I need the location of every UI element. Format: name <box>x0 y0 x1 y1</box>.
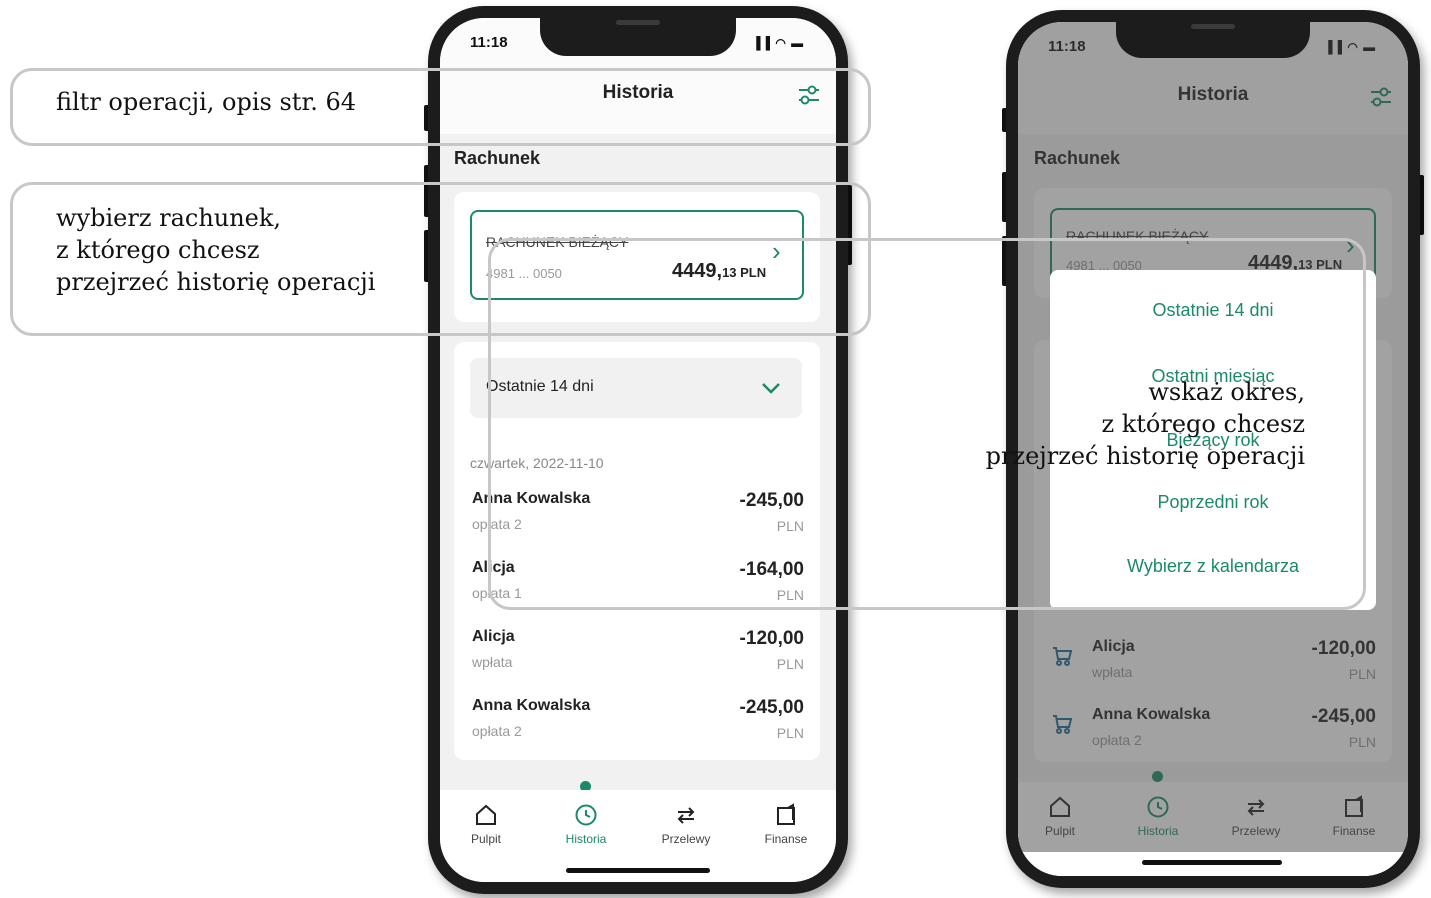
transaction-amount: -120,00 <box>739 628 804 649</box>
transaction-amount: -245,00 <box>739 697 804 718</box>
section-label-account: Rachunek <box>454 148 541 168</box>
home-indicator <box>566 868 710 873</box>
transaction-name: Anna Kowalska <box>472 697 591 714</box>
callout-line: wybierz rachunek, <box>56 204 282 232</box>
transaction-name: Alicja <box>472 628 515 645</box>
tab-label: Przelewy <box>661 832 711 846</box>
transaction-currency: PLN <box>776 725 804 741</box>
history-icon <box>575 804 597 826</box>
transaction-subtitle: opłata 2 <box>472 723 522 739</box>
transaction-subtitle: wpłata <box>472 654 513 670</box>
status-time: 11:18 <box>470 34 508 51</box>
transaction-row[interactable]: Anna Kowalska opłata 2 -245,00 PLN <box>454 697 820 757</box>
callout-line: przejrzeć historię operacji <box>56 268 376 296</box>
status-icons: ▐▐ ◠ ▬ <box>752 36 805 50</box>
home-indicator <box>1142 860 1282 865</box>
callout-line: z którego chcesz <box>1101 410 1305 438</box>
callout-line: przejrzeć historię operacji <box>985 442 1305 470</box>
transaction-currency: PLN <box>776 656 804 672</box>
phone-notch <box>540 6 736 56</box>
tab-label: Historia <box>565 832 607 846</box>
callout-filter-text: filtr operacji, opis str. 64 <box>56 88 357 116</box>
speaker <box>616 20 660 25</box>
home-icon <box>476 804 496 825</box>
speaker <box>1191 24 1235 29</box>
tab-historia[interactable]: Historia <box>546 802 626 846</box>
tab-przelewy[interactable]: Przelewy <box>646 802 726 846</box>
finance-icon <box>777 803 795 825</box>
callout-line: z którego chcesz <box>56 236 260 264</box>
transfer-icon <box>677 807 695 824</box>
phone-notch <box>1116 10 1310 58</box>
callout-period-text: wskaż okres, z którego chcesz przejrzeć … <box>960 376 1305 472</box>
transaction-row[interactable]: Alicja wpłata -120,00 PLN <box>454 628 820 688</box>
callout-line: wskaż okres, <box>1148 378 1305 406</box>
tab-label: Pulpit <box>470 832 502 846</box>
tab-pulpit[interactable]: Pulpit <box>446 802 526 846</box>
tab-finanse[interactable]: Finanse <box>746 802 826 846</box>
tab-bar: Pulpit Historia Przelewy Finanse <box>440 790 836 882</box>
tab-label: Finanse <box>764 832 808 846</box>
callout-account-text: wybierz rachunek, z którego chcesz przej… <box>56 202 375 298</box>
